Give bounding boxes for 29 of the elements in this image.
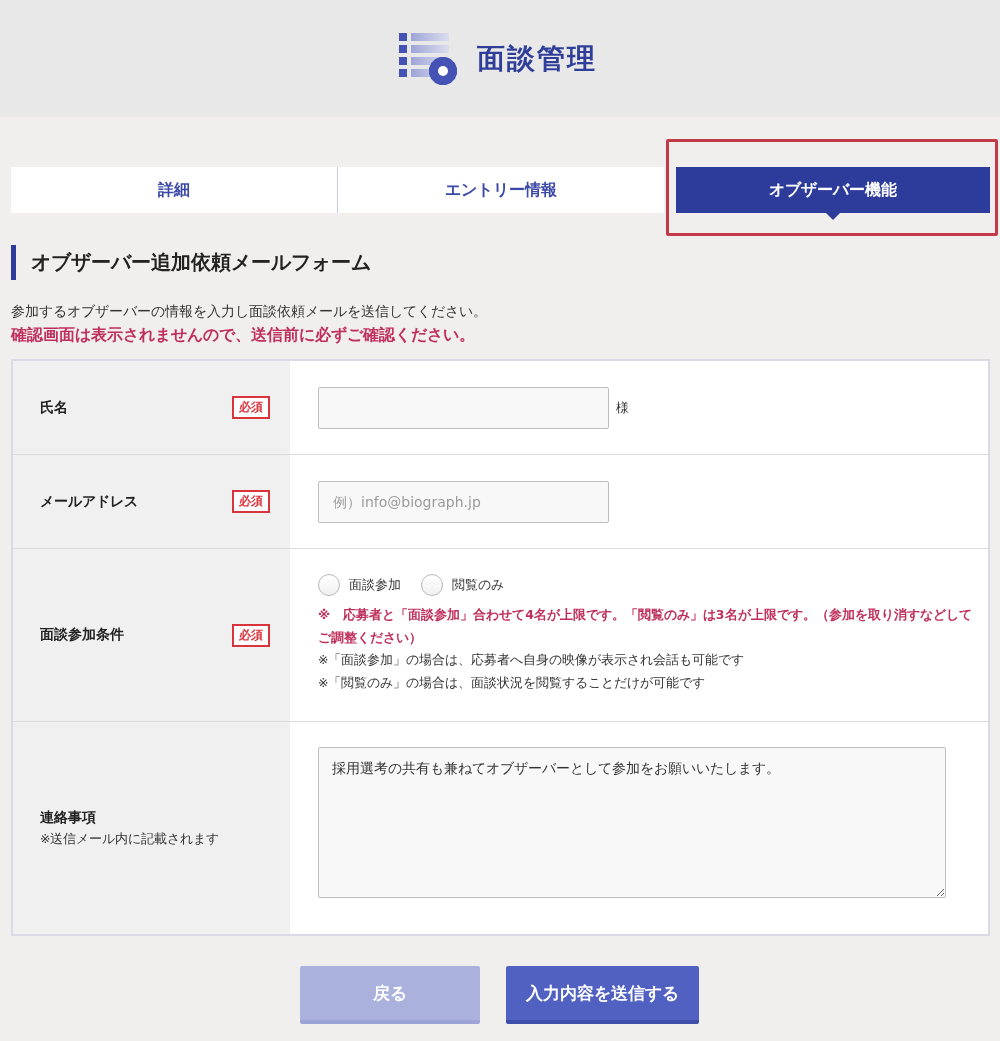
tab[interactable]: 詳細 <box>11 167 338 213</box>
page-title: 面談管理 <box>477 40 597 77</box>
required-badge: 必須 <box>232 490 270 513</box>
note-text: ※「閲覧のみ」の場合は、面談状況を閲覧することだけが可能です <box>318 673 707 692</box>
section-heading: オブザーバー追加依頼メールフォーム <box>11 245 990 280</box>
tab[interactable]: エントリー情報 <box>337 167 664 213</box>
radio-button[interactable] <box>318 574 340 596</box>
radio-label[interactable]: 閲覧のみ <box>452 576 504 594</box>
submit-button[interactable]: 入力内容を送信する <box>506 966 699 1024</box>
field-label: 氏名 <box>40 398 68 417</box>
field-label: 面談参加条件 <box>40 626 124 644</box>
field-note: ※送信メール内に記載されます <box>40 830 220 848</box>
note-text: ※「面談参加」の場合は、応募者へ自身の映像が表示され会話も可能です <box>318 651 746 669</box>
radio-button[interactable] <box>421 574 443 596</box>
description-text: 参加するオブザーバーの情報を入力し面談依頼メールを送信してください。 <box>11 302 488 321</box>
required-badge: 必須 <box>232 396 270 419</box>
warning-text: 確認画面は表示されませんので、送信前に必ずご確認ください。 <box>11 324 476 346</box>
field-label: 連絡事項 <box>40 808 97 827</box>
note-text: ※ 応募者と「面談参加」合わせて4名が上限です。「閲覧のみ」は3名が上限です。（参加を取り消すなどしてご調整ください） <box>318 606 973 647</box>
list-gear-icon <box>399 32 457 85</box>
text-field[interactable] <box>318 386 609 429</box>
required-badge: 必須 <box>232 623 270 647</box>
radio-label[interactable]: 面談参加 <box>349 576 401 594</box>
suffix-label: 様 <box>616 398 629 417</box>
text-field[interactable]: 例）info@biograph.jp <box>318 480 609 523</box>
field-label: メールアドレス <box>40 492 138 511</box>
pointer-notch-icon <box>825 213 840 220</box>
message-field[interactable]: 採用選考の共有も兼ねてオブザーバーとして参加をお願いいたします。 <box>318 747 946 898</box>
tab[interactable]: オブザーバー機能 <box>675 167 990 213</box>
